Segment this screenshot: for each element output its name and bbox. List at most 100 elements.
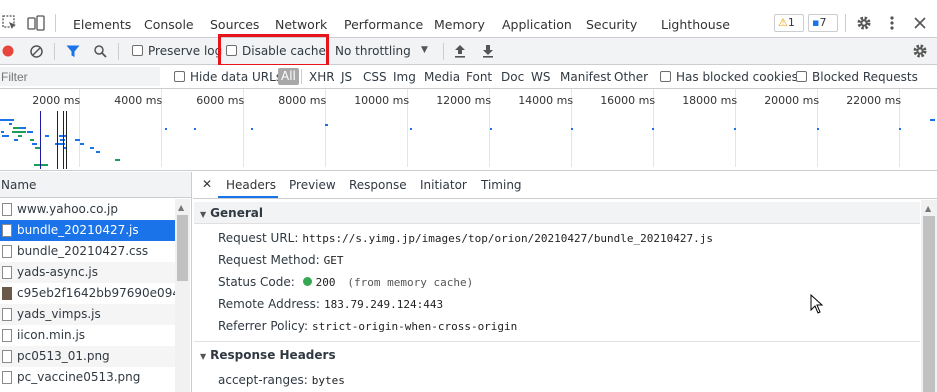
tab-lighthouse[interactable]: Lighthouse: [661, 17, 730, 32]
request-name: pc_vaccine0513.png: [17, 370, 141, 384]
has-blocked-cookies-box[interactable]: [660, 71, 671, 82]
type-filter-manifest[interactable]: Manifest: [560, 70, 611, 84]
network-settings-gear-icon[interactable]: [912, 43, 928, 59]
accept-ranges-value: bytes: [311, 374, 345, 387]
request-row[interactable]: pc_vaccine0513.png: [0, 367, 175, 388]
close-detail-icon[interactable]: ✕: [202, 177, 212, 191]
type-filter-other[interactable]: Other: [614, 70, 648, 84]
file-icon: [2, 203, 12, 216]
load-marker-3: [66, 111, 67, 169]
timeline-request-bar: [571, 128, 573, 130]
type-filter-img[interactable]: Img: [393, 70, 416, 84]
device-toolbar-icon[interactable]: [27, 15, 45, 31]
scroll-thumb[interactable]: [177, 215, 188, 281]
request-row[interactable]: iicon.min.js: [0, 325, 175, 346]
tab-sources[interactable]: Sources: [210, 17, 259, 32]
timeline-request-bar: [115, 159, 120, 161]
clear-icon[interactable]: [29, 44, 43, 58]
export-har-icon[interactable]: [481, 43, 495, 59]
tab-security[interactable]: Security: [586, 17, 637, 32]
detail-scrollbar[interactable]: ▲: [921, 200, 937, 392]
scroll-thumb[interactable]: [923, 216, 935, 392]
timeline-tick-label: 4000 ms: [114, 94, 163, 107]
timeline-request-bar: [251, 128, 253, 130]
request-name: c95eb2f1642bb97690e094533: [17, 286, 175, 300]
settings-gear-icon[interactable]: [856, 15, 872, 31]
preserve-log-box[interactable]: [132, 45, 143, 56]
remote-address-value: 183.79.249.124:443: [323, 298, 444, 311]
general-section-header[interactable]: ▼ General: [194, 202, 920, 224]
detail-tabbar: ✕ Headers Preview Response Initiator Tim…: [193, 172, 937, 199]
inspect-element-icon[interactable]: [2, 15, 18, 31]
request-row[interactable]: bundle_20210427.css: [0, 241, 175, 262]
request-row-selected[interactable]: bundle_20210427.js: [0, 220, 175, 241]
tab-elements[interactable]: Elements: [73, 17, 131, 32]
response-headers-section-header[interactable]: ▼ Response Headers: [194, 344, 920, 366]
timeline-request-bar: [20, 127, 26, 129]
disable-cache-label: Disable cache: [242, 44, 326, 58]
timeline-request-bar: [930, 119, 935, 121]
more-options-icon[interactable]: [886, 15, 898, 31]
type-filter-js[interactable]: JS: [341, 70, 352, 84]
preserve-log-checkbox[interactable]: Preserve log: [132, 44, 222, 58]
timeline-request-bar: [899, 128, 901, 130]
type-filter-css[interactable]: CSS: [363, 70, 387, 84]
timeline-overview[interactable]: 2000 ms 4000 ms 6000 ms 8000 ms 10000 ms 1200…: [0, 89, 937, 171]
timeline-request-bar: [490, 128, 492, 130]
request-row[interactable]: yads_vimps.js: [0, 304, 175, 325]
request-row[interactable]: c95eb2f1642bb97690e094533: [0, 283, 175, 304]
timeline-request-bar: [5, 119, 10, 121]
filter-icon[interactable]: [65, 44, 81, 58]
blocked-requests-checkbox[interactable]: Blocked Requests: [796, 70, 918, 84]
messages-badge[interactable]: ▪7: [808, 14, 838, 32]
request-url-label: Request URL:: [218, 231, 299, 245]
tab-console[interactable]: Console: [144, 17, 194, 32]
tab-initiator[interactable]: Initiator: [420, 178, 467, 192]
request-list-scrollbar[interactable]: ▲: [175, 199, 190, 392]
tab-performance[interactable]: Performance: [344, 17, 423, 32]
name-column-label: Name: [1, 178, 37, 192]
tab-headers[interactable]: Headers: [226, 178, 276, 192]
warnings-count: 1: [787, 16, 795, 29]
mouse-cursor-icon: [810, 293, 824, 314]
warnings-badge[interactable]: ⚠1: [774, 14, 804, 32]
type-filter-doc[interactable]: Doc: [501, 70, 524, 84]
type-filter-xhr[interactable]: XHR: [309, 70, 335, 84]
import-har-icon[interactable]: [453, 43, 467, 59]
request-row[interactable]: pc0513_01.png: [0, 346, 175, 367]
hide-data-urls-label: Hide data URLs: [190, 70, 283, 84]
hide-data-urls-box[interactable]: [174, 71, 185, 82]
close-devtools-icon[interactable]: [912, 15, 928, 31]
tab-network[interactable]: Network: [275, 17, 327, 32]
record-icon[interactable]: [1, 44, 15, 58]
image-file-icon: [2, 287, 12, 300]
throttling-select[interactable]: No throttling ▼: [335, 44, 433, 58]
type-filter-media[interactable]: Media: [424, 70, 460, 84]
scroll-up-arrow-icon[interactable]: ▲: [178, 203, 184, 212]
status-code-row: Status Code: 200 (from memory cache): [218, 275, 473, 289]
accept-ranges-row: accept-ranges: bytes: [218, 373, 345, 387]
blocked-requests-box[interactable]: [796, 71, 807, 82]
request-row[interactable]: www.yahoo.co.jp: [0, 199, 175, 220]
has-blocked-cookies-checkbox[interactable]: Has blocked cookies: [660, 70, 798, 84]
disable-cache-checkbox[interactable]: Disable cache: [226, 44, 326, 58]
scroll-up-arrow-icon[interactable]: ▲: [925, 204, 931, 213]
tab-preview[interactable]: Preview: [289, 178, 336, 192]
tab-timing[interactable]: Timing: [481, 178, 522, 192]
disable-cache-box[interactable]: [226, 45, 237, 56]
request-name: bundle_20210427.js: [17, 223, 139, 237]
tab-response[interactable]: Response: [349, 178, 407, 192]
type-filter-ws[interactable]: WS: [531, 70, 550, 84]
request-row[interactable]: yads-async.js: [0, 262, 175, 283]
type-filter-font[interactable]: Font: [466, 70, 492, 84]
tab-application[interactable]: Application: [502, 17, 572, 32]
expand-triangle-icon: ▼: [200, 210, 207, 219]
name-column-header[interactable]: Name: [0, 172, 191, 198]
type-filter-all[interactable]: All: [278, 68, 299, 85]
tab-memory[interactable]: Memory: [434, 17, 485, 32]
search-icon[interactable]: [93, 44, 107, 58]
filter-input[interactable]: [0, 67, 160, 86]
request-name: pc0513_01.png: [17, 349, 110, 363]
hide-data-urls-checkbox[interactable]: Hide data URLs: [174, 70, 282, 84]
timeline-request-bar: [2, 135, 9, 137]
